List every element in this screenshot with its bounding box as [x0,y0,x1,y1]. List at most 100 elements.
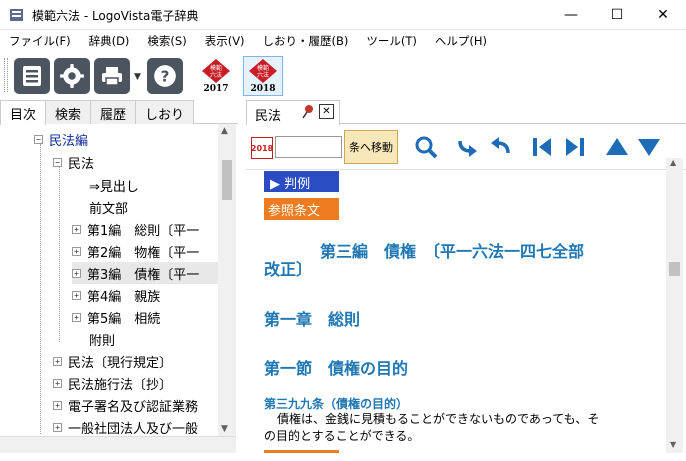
tree-node-book2[interactable]: + 第2編 物権〔平一 [72,240,199,262]
tree-node-label: 第3編 債権〔平一 [87,267,200,283]
settings-button[interactable] [54,58,90,94]
scroll-down-icon[interactable]: ▼ [221,424,228,434]
close-button[interactable]: ✕ [640,0,686,30]
tree-node-label: 民法編 [49,133,89,149]
jump-back-button[interactable] [488,134,514,160]
next-entry-button[interactable] [562,134,588,160]
tree-node-root[interactable]: − 民法編 [34,128,88,150]
previous-entry-button[interactable] [529,134,555,160]
menu-dictionary[interactable]: 辞典(D) [80,33,139,49]
curved-arrow-right-icon [458,140,477,157]
dictionary-list-button[interactable] [14,58,50,94]
title-bar: 模範六法 - LogoVista電子辞典 — ☐ ✕ [0,0,686,30]
tab-history[interactable]: 履歴 [90,100,137,124]
tab-minpo[interactable]: 民法 ✕ [246,100,340,125]
search-icon [415,136,438,159]
referenced-articles-button[interactable]: 参照条文 [264,198,339,220]
tree-horizontal-scrollbar[interactable] [0,436,236,453]
tab-search[interactable]: 検索 [45,100,92,124]
tree-node-label: 第1編 総則〔平一 [87,223,200,239]
expand-icon[interactable]: + [53,356,62,366]
next-referenced-articles-button[interactable] [264,450,339,453]
tab-minpo-label: 民法 [255,109,282,124]
tree-node-book1[interactable]: + 第1編 総則〔平一 [72,218,199,240]
tree-node-label: 民法 [68,156,95,172]
menu-help[interactable]: ヘルプ(H) [426,33,496,49]
close-tab-icon[interactable]: ✕ [319,104,334,119]
printer-icon [102,67,122,86]
tree-node-other-3[interactable]: + 電子署名及び認証業務 [53,394,198,416]
tree-node-zenbun[interactable]: 前文部 [89,196,128,218]
tree-node-book5[interactable]: + 第5編 相続 [72,306,160,328]
tree-scroll-thumb[interactable] [222,160,232,200]
scroll-down-button[interactable] [636,134,662,160]
tree-node-book3-selected[interactable]: + 第3編 債権〔平一 [72,262,218,284]
tree-node-label: 民法施行法〔抄〕 [68,377,173,393]
menu-tools[interactable]: ツール(T) [357,33,426,49]
expand-icon[interactable]: + [53,378,62,388]
article-content: ▶ 判例 参照条文 第三編 債権 〔平一六法一四七全部 改正〕 第一章 総則 第… [246,170,666,453]
tree-node-midashi[interactable]: ⇒見出し [89,174,139,196]
jump-forward-button[interactable] [454,134,480,160]
menu-file[interactable]: ファイル(F) [0,33,80,49]
article-number-input[interactable] [275,136,342,158]
window-title: 模範六法 - LogoVista電子辞典 [32,9,199,23]
expand-icon[interactable]: + [53,422,62,432]
menu-view[interactable]: 表示(V) [196,33,254,49]
tree-node-minpo[interactable]: − 民法 [53,151,94,173]
dictionary-2017-logo-icon: 模範 六法 [202,59,230,83]
dictionary-2018-button[interactable]: 模範 六法 2018 [243,56,283,96]
tree-node-fusoku[interactable]: 附則 [89,328,115,350]
tree-node-label: 民法〔現行規定〕 [68,355,173,371]
dictionary-2018-logo-icon: 模範 六法 [249,59,277,83]
tree-node-other-4[interactable]: + 一般社団法人及び一般 [53,416,198,436]
case-law-button[interactable]: ▶ 判例 [264,171,339,192]
minimize-button[interactable]: — [548,0,594,30]
expand-icon[interactable]: + [72,224,81,234]
tab-bookmarks[interactable]: しおり [135,100,195,124]
scroll-up-icon[interactable]: ▲ [221,126,228,136]
scroll-up-icon[interactable]: ▲ [670,158,676,167]
dictionary-2017-button[interactable]: 模範 六法 2017 [196,56,236,96]
tab-contents[interactable]: 目次 [0,100,47,125]
scroll-down-icon[interactable]: ▼ [670,440,676,449]
svg-text:?: ? [161,67,170,85]
app-icon [10,9,23,21]
minimize-icon: — [564,7,578,23]
menu-bar: ファイル(F) 辞典(D) 検索(S) 表示(V) しおり・履歴(B) ツール(… [0,30,686,52]
print-dropdown-arrow-icon[interactable]: ▼ [134,72,141,82]
expand-icon[interactable]: + [53,400,62,410]
tree-node-book4[interactable]: + 第4編 親族 [72,284,160,306]
collapse-icon[interactable]: − [34,134,43,144]
tree-node-other-2[interactable]: + 民法施行法〔抄〕 [53,372,172,394]
content-vertical-scrollbar[interactable] [666,158,683,453]
maximize-button[interactable]: ☐ [594,0,640,30]
pin-icon[interactable] [301,104,315,120]
expand-icon[interactable]: + [72,290,81,300]
dict-2017-logo-bottom: 六法 [210,71,222,79]
go-to-article-button[interactable]: 条へ移動 [344,130,398,164]
help-button[interactable]: ? [147,58,183,94]
content-scroll-thumb[interactable] [669,262,680,276]
menu-bookmarks-history[interactable]: しおり・履歴(B) [254,33,358,49]
left-panel-tabs: 目次 検索 履歴 しおり [0,100,238,125]
toolbar: ▼ ? 模範 六法 2017 模範 六法 2018 [0,52,686,98]
part-heading-continued: 改正〕 [264,260,313,279]
menu-search[interactable]: 検索(S) [138,33,195,49]
print-button[interactable] [94,58,130,94]
dictionary-year-badge[interactable]: 2018 [251,137,273,159]
expand-icon[interactable]: + [72,312,81,322]
tree-node-other-1[interactable]: + 民法〔現行規定〕 [53,350,172,372]
navigation-bar: 2018 条へ移動 [246,126,686,170]
triangle-up-icon [606,138,628,155]
curved-arrow-left-icon [491,137,510,154]
tree-node-label: ⇒見出し [89,179,139,195]
help-icon: ? [154,65,176,87]
toolbar-grip[interactable] [4,58,8,92]
dict-2018-logo-bottom: 六法 [257,71,269,79]
collapse-icon[interactable]: − [53,157,62,167]
search-button[interactable] [413,134,439,160]
expand-icon[interactable]: + [72,246,81,256]
scroll-up-button[interactable] [604,134,630,160]
expand-icon[interactable]: + [72,268,81,278]
